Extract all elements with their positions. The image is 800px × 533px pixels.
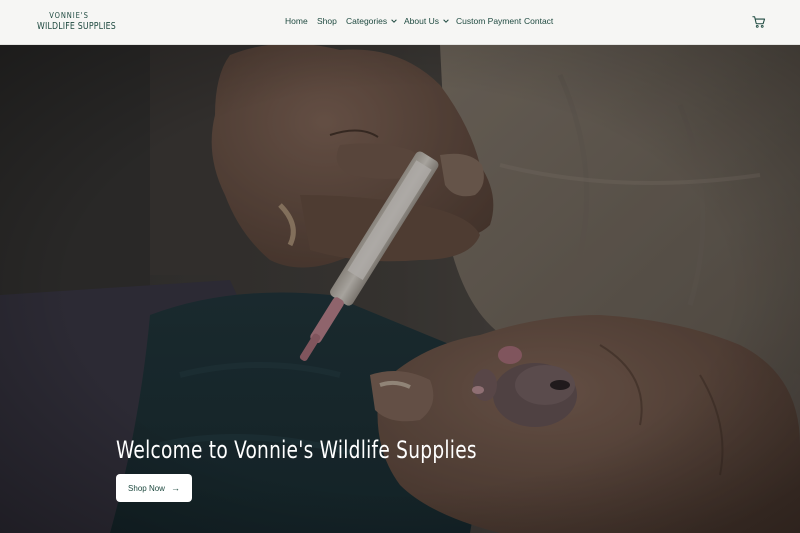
- hero-section: Welcome to Vonnie's Wildlife Supplies Sh…: [0, 45, 800, 533]
- site-header: VONNIE'S WILDLIFE SUPPLIES Home Shop Cat…: [0, 0, 800, 45]
- nav-home[interactable]: Home: [285, 16, 308, 26]
- chevron-down-icon: [443, 19, 449, 23]
- shop-now-label: Shop Now: [128, 483, 165, 493]
- nav-shop[interactable]: Shop: [317, 16, 337, 26]
- nav-contact[interactable]: Contact: [524, 16, 553, 26]
- hero-title: Welcome to Vonnie's Wildlife Supplies: [116, 436, 477, 464]
- nav-categories[interactable]: Categories: [346, 16, 398, 26]
- nav-about-label: About Us: [404, 16, 439, 26]
- nav-categories-label: Categories: [346, 16, 388, 26]
- main-nav: Home Shop Categories About Us Custom Pay…: [0, 0, 800, 45]
- nav-custom-payment[interactable]: Custom Payment: [456, 16, 521, 26]
- cart-icon[interactable]: [752, 15, 766, 29]
- shop-now-button[interactable]: Shop Now →: [116, 474, 192, 502]
- chevron-down-icon: [391, 19, 397, 23]
- nav-about-us[interactable]: About Us: [404, 16, 450, 26]
- arrow-right-icon: →: [170, 483, 180, 493]
